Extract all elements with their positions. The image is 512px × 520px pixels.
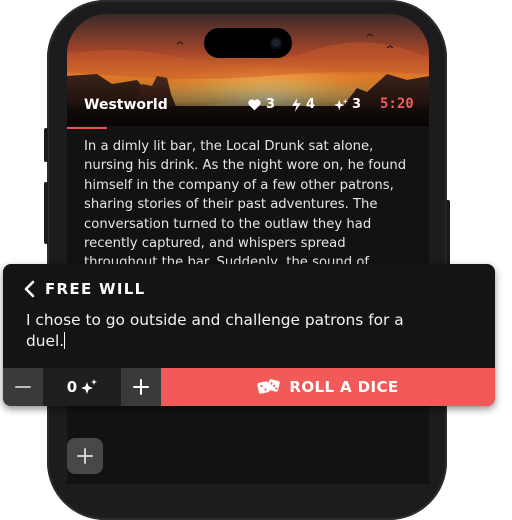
free-will-panel: FREE WILL I chose to go outside and chal… <box>3 264 495 406</box>
story-text: In a dimly lit bar, the Local Drunk sat … <box>84 139 407 271</box>
lightning-icon <box>292 97 301 112</box>
panel-header: FREE WILL <box>23 280 145 298</box>
plus-icon <box>77 448 93 464</box>
countdown-timer: 5:20 <box>380 96 414 112</box>
sparkle-icon <box>334 98 348 110</box>
hearts-count: 3 <box>266 97 276 112</box>
energy-count: 4 <box>306 97 316 112</box>
roll-dice-label: ROLL A DICE <box>289 378 399 396</box>
dice-icon <box>257 379 281 394</box>
panel-title: FREE WILL <box>45 280 146 298</box>
phone-side-button <box>44 128 48 162</box>
sparkle-icon <box>81 379 98 394</box>
stepper-count: 0 <box>66 378 78 396</box>
hearts-stat: 3 <box>247 97 275 112</box>
roll-dice-button[interactable]: ROLL A DICE <box>161 368 495 406</box>
camera-icon <box>270 37 282 49</box>
plus-icon <box>133 379 149 395</box>
sparkles-count: 3 <box>352 97 362 112</box>
heart-icon <box>248 99 261 111</box>
energy-stat: 4 <box>291 97 315 112</box>
phone-side-button <box>44 182 48 244</box>
story-passage: In a dimly lit bar, the Local Drunk sat … <box>84 137 414 273</box>
sparkle-stepper-value: 0 <box>43 368 121 406</box>
minus-icon <box>15 386 31 388</box>
decrement-button[interactable] <box>3 368 43 406</box>
increment-button[interactable] <box>121 368 161 406</box>
text-caret <box>64 332 66 349</box>
back-chevron-icon[interactable] <box>23 280 35 298</box>
free-will-input[interactable]: I chose to go outside and challenge patr… <box>26 310 406 352</box>
free-will-input-value: I chose to go outside and challenge patr… <box>26 311 404 350</box>
page-title: Westworld <box>84 97 168 113</box>
sparkles-stat: 3 <box>334 97 361 112</box>
progress-bar <box>67 127 107 129</box>
